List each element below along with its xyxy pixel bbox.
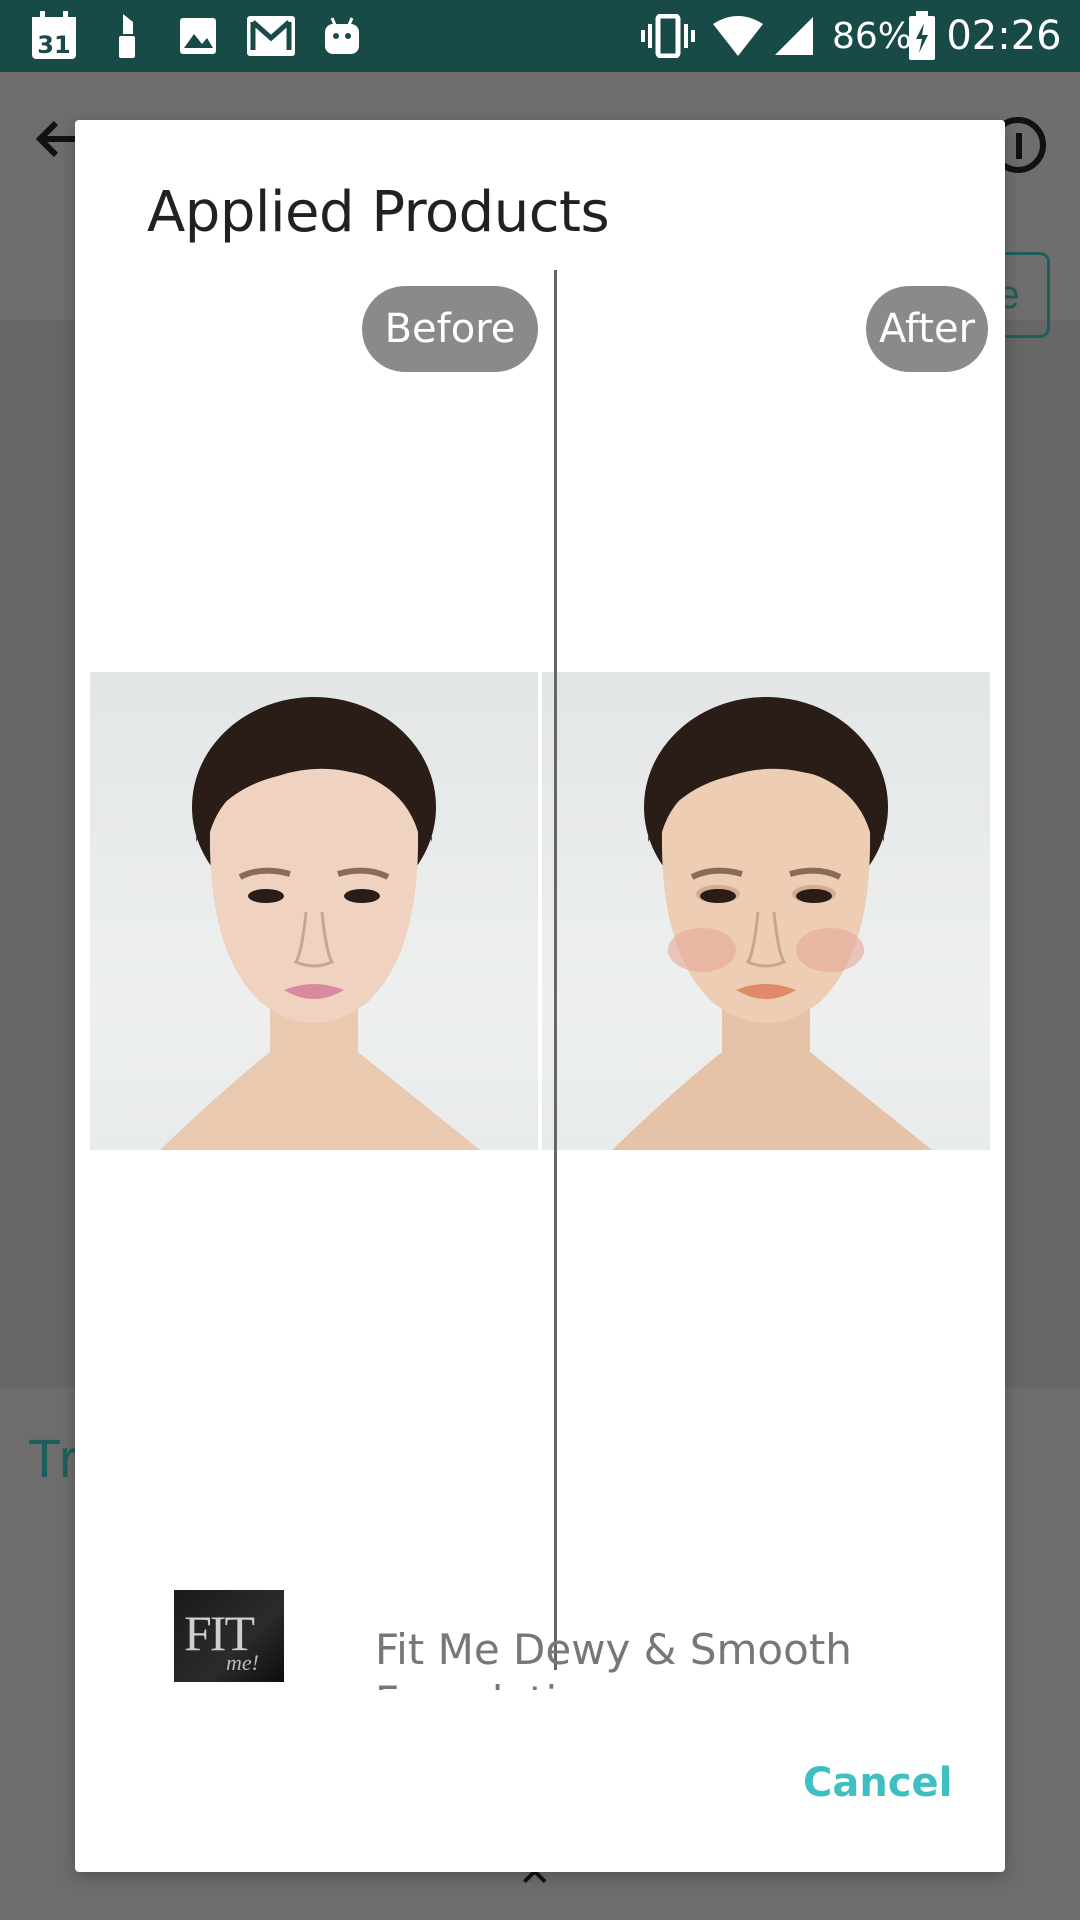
gmail-icon xyxy=(244,0,298,72)
clock-text: 02:26 xyxy=(946,13,1062,59)
signal-icon xyxy=(772,0,816,72)
status-bar: 31 86% 02:26 xyxy=(0,0,1080,72)
applied-products-dialog: Applied Products Before After FIT me! Fi… xyxy=(75,120,1005,1872)
background-partial-heading: Tr xyxy=(28,1429,77,1489)
before-photo xyxy=(90,672,538,1150)
battery-text: 86% xyxy=(831,15,912,57)
product-name: Fit Me Dewy & Smooth Foundation xyxy=(375,1625,852,1690)
back-arrow-icon xyxy=(35,117,80,166)
lipstick-icon xyxy=(112,0,142,72)
android-icon xyxy=(322,0,362,72)
image-icon xyxy=(176,0,220,72)
after-photo xyxy=(542,672,990,1150)
vibrate-icon xyxy=(640,0,696,72)
calendar-icon: 31 xyxy=(28,0,80,72)
compare-divider-handle[interactable] xyxy=(554,270,557,1670)
calendar-day-text: 31 xyxy=(37,31,70,59)
product-list-item[interactable]: FIT me! Fit Me Dewy & Smooth Foundation xyxy=(75,1590,1005,1690)
dialog-title: Applied Products xyxy=(147,180,610,245)
wifi-icon xyxy=(710,0,766,72)
product-thumb-subtext: me! xyxy=(226,1650,259,1675)
before-after-compare[interactable]: Before After xyxy=(90,270,990,1670)
battery-charging-icon xyxy=(906,0,938,72)
after-label: After xyxy=(866,286,988,372)
product-thumbnail: FIT me! xyxy=(174,1590,284,1682)
before-label: Before xyxy=(362,286,538,372)
cancel-button[interactable]: Cancel xyxy=(803,1760,952,1806)
